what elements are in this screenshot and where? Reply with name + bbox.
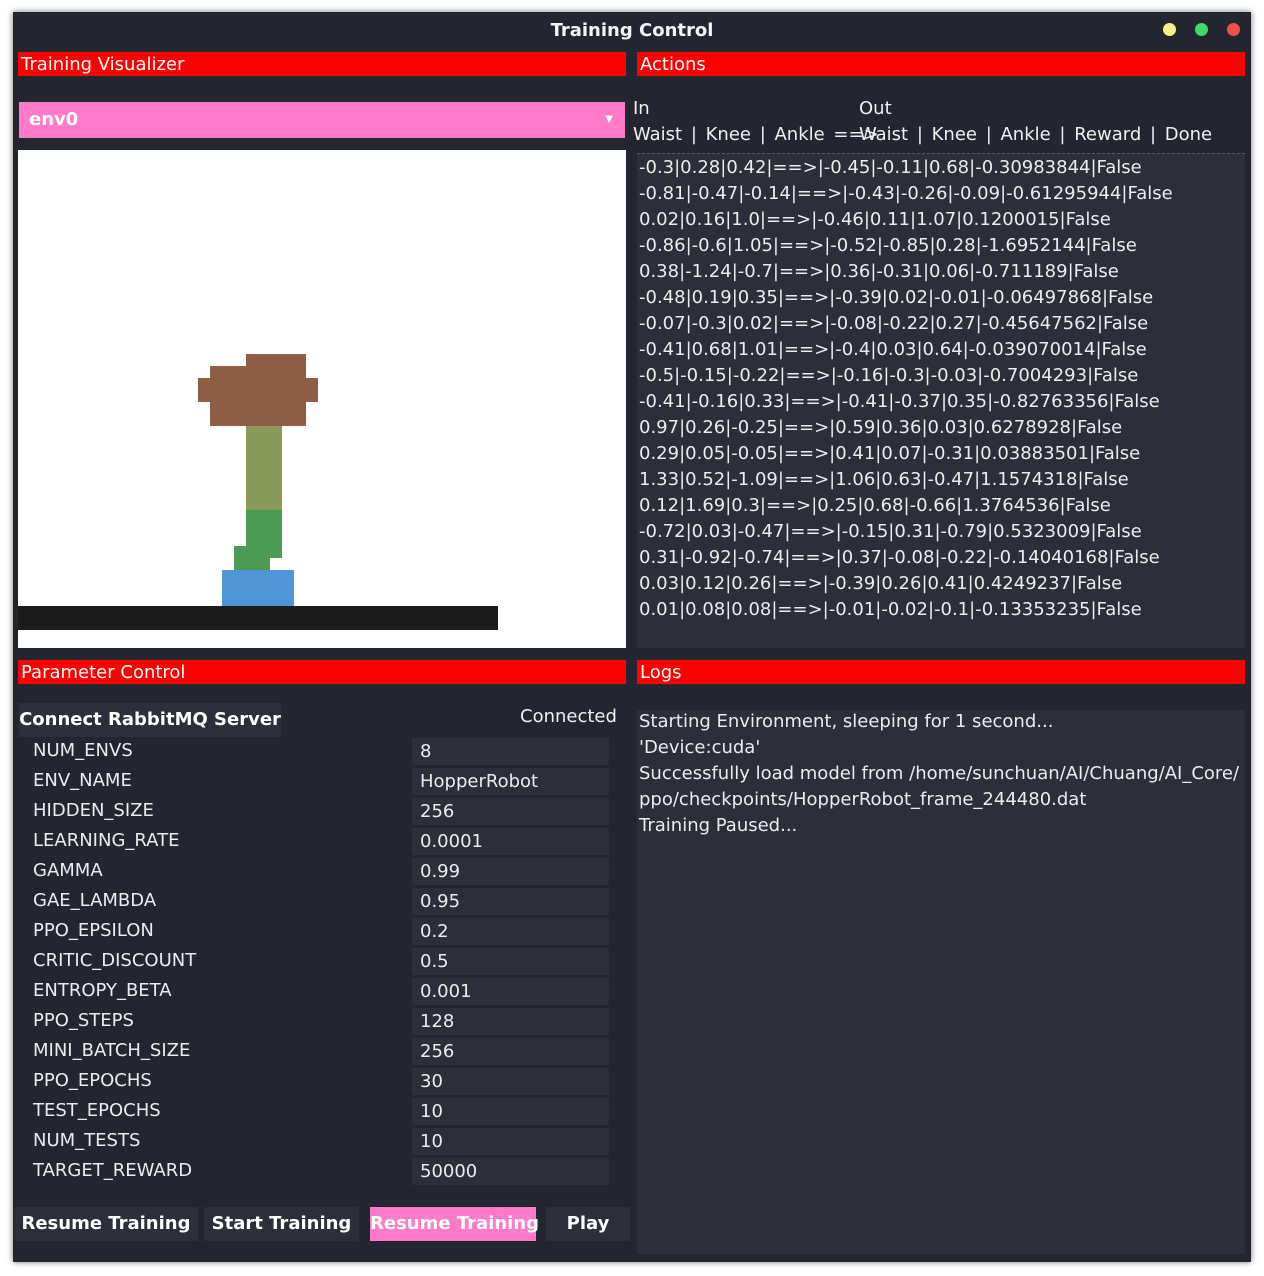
action-row: -0.81|-0.47|-0.14|==>|-0.43|-0.26|-0.09|…	[639, 183, 1173, 204]
env-select-dropdown[interactable]: env0 ▼	[19, 102, 625, 138]
param-label-ppo-epochs: PPO_EPOCHS	[33, 1070, 152, 1091]
actions-header: Actions	[637, 52, 1245, 76]
action-row: -0.41|-0.16|0.33|==>|-0.41|-0.37|0.35|-0…	[639, 391, 1160, 412]
param-input-test-epochs[interactable]	[412, 1098, 609, 1125]
logs-header: Logs	[637, 660, 1245, 684]
action-row: 0.03|0.12|0.26|==>|-0.39|0.26|0.41|0.424…	[639, 573, 1123, 594]
param-input-mini-batch-size[interactable]	[412, 1038, 609, 1065]
log-line: Starting Environment, sleeping for 1 sec…	[639, 711, 1054, 732]
parameter-control-header: Parameter Control	[18, 660, 626, 684]
log-line: Successfully load model from /home/sunch…	[639, 763, 1240, 784]
action-row: 0.38|-1.24|-0.7|==>|0.36|-0.31|0.06|-0.7…	[639, 261, 1119, 282]
action-row: -0.07|-0.3|0.02|==>|-0.08|-0.22|0.27|-0.…	[639, 313, 1149, 334]
param-label-num-envs: NUM_ENVS	[33, 740, 133, 761]
close-button[interactable]	[1227, 23, 1240, 36]
param-input-gamma[interactable]	[412, 858, 609, 885]
maximize-button[interactable]	[1195, 23, 1208, 36]
param-label-mini-batch-size: MINI_BATCH_SIZE	[33, 1040, 191, 1061]
param-label-gae-lambda: GAE_LAMBDA	[33, 890, 157, 911]
param-label-env-name: ENV_NAME	[33, 770, 132, 791]
action-row: 0.01|0.08|0.08|==>|-0.01|-0.02|-0.1|-0.1…	[639, 599, 1142, 620]
robot-head	[246, 354, 306, 426]
visualizer-canvas	[18, 150, 626, 648]
param-input-ppo-steps[interactable]	[412, 1008, 609, 1035]
connection-status: Connected	[520, 706, 617, 727]
param-label-learning-rate: LEARNING_RATE	[33, 830, 180, 851]
robot-head-right	[306, 378, 318, 402]
param-input-entropy-beta[interactable]	[412, 978, 609, 1005]
param-input-learning-rate[interactable]	[412, 828, 609, 855]
action-row: 1.33|0.52|-1.09|==>|1.06|0.63|-0.47|1.15…	[639, 469, 1129, 490]
param-input-gae-lambda[interactable]	[412, 888, 609, 915]
param-label-critic-discount: CRITIC_DISCOUNT	[33, 950, 197, 971]
action-row: -0.5|-0.15|-0.22|==>|-0.16|-0.3|-0.03|-0…	[639, 365, 1139, 386]
robot-foot	[222, 570, 294, 606]
action-row: -0.48|0.19|0.35|==>|-0.39|0.02|-0.01|-0.…	[639, 287, 1154, 308]
training-control-window: Training Control Training Visualizer env…	[13, 12, 1251, 1262]
action-row: -0.41|0.68|1.01|==>|-0.4|0.03|0.64|-0.03…	[639, 339, 1147, 360]
action-row: 0.29|0.05|-0.05|==>|0.41|0.07|-0.31|0.03…	[639, 443, 1141, 464]
action-row: -0.72|0.03|-0.47|==>|-0.15|0.31|-0.79|0.…	[639, 521, 1142, 542]
param-input-target-reward[interactable]	[412, 1158, 609, 1185]
robot-thigh	[246, 426, 282, 510]
param-input-num-tests[interactable]	[412, 1128, 609, 1155]
param-label-ppo-epsilon: PPO_EPSILON	[33, 920, 154, 941]
env-select-value: env0	[29, 109, 79, 130]
start-training-button[interactable]: Start Training	[204, 1207, 359, 1241]
actions-out-label: Out	[859, 98, 892, 119]
resume-training-button-active[interactable]: Resume Training	[370, 1207, 539, 1241]
param-label-gamma: GAMMA	[33, 860, 103, 881]
minimize-button[interactable]	[1163, 23, 1176, 36]
actions-out-columns: Waist | Knee | Ankle | Reward | Done	[859, 124, 1213, 145]
param-input-num-envs[interactable]	[412, 738, 609, 765]
actions-in-label: In	[633, 98, 650, 119]
logs-panel[interactable]: Starting Environment, sleeping for 1 sec…	[637, 710, 1245, 1254]
caret-down-icon: ▼	[605, 114, 613, 125]
action-row: 0.02|0.16|1.0|==>|-0.46|0.11|1.07|0.1200…	[639, 209, 1111, 230]
log-line: ppo/checkpoints/HopperRobot_frame_244480…	[639, 789, 1087, 810]
action-row: 0.12|1.69|0.3|==>|0.25|0.68|-0.66|1.3764…	[639, 495, 1111, 516]
log-line: 'Device:cuda'	[639, 737, 761, 758]
training-visualizer-header: Training Visualizer	[18, 52, 626, 76]
robot-head-left-lower	[210, 366, 246, 426]
ground-plane	[18, 606, 498, 630]
action-row: -0.3|0.28|0.42|==>|-0.45|-0.11|0.68|-0.3…	[639, 157, 1142, 178]
param-input-hidden-size[interactable]	[412, 798, 609, 825]
action-row: 0.31|-0.92|-0.74|==>|0.37|-0.08|-0.22|-0…	[639, 547, 1160, 568]
param-label-hidden-size: HIDDEN_SIZE	[33, 800, 154, 821]
connect-rabbitmq-button[interactable]: Connect RabbitMQ Server	[19, 703, 281, 737]
param-input-env-name[interactable]	[412, 768, 609, 795]
log-line: Training Paused...	[639, 815, 798, 836]
param-label-entropy-beta: ENTROPY_BETA	[33, 980, 172, 1001]
param-label-num-tests: NUM_TESTS	[33, 1130, 141, 1151]
param-input-ppo-epochs[interactable]	[412, 1068, 609, 1095]
actions-list[interactable]: -0.3|0.28|0.42|==>|-0.45|-0.11|0.68|-0.3…	[637, 153, 1245, 648]
resume-training-button[interactable]: Resume Training	[14, 1207, 198, 1241]
action-row: 0.97|0.26|-0.25|==>|0.59|0.36|0.03|0.627…	[639, 417, 1123, 438]
param-label-target-reward: TARGET_REWARD	[33, 1160, 193, 1181]
param-input-critic-discount[interactable]	[412, 948, 609, 975]
robot-shin-lower	[234, 546, 270, 570]
title-bar: Training Control	[13, 12, 1251, 48]
play-button[interactable]: Play	[546, 1207, 630, 1241]
param-label-test-epochs: TEST_EPOCHS	[33, 1100, 161, 1121]
actions-in-columns: Waist | Knee | Ankle ==>	[633, 124, 879, 145]
param-label-ppo-steps: PPO_STEPS	[33, 1010, 134, 1031]
action-row: -0.86|-0.6|1.05|==>|-0.52|-0.85|0.28|-1.…	[639, 235, 1137, 256]
window-title: Training Control	[550, 20, 714, 41]
param-input-ppo-epsilon[interactable]	[412, 918, 609, 945]
